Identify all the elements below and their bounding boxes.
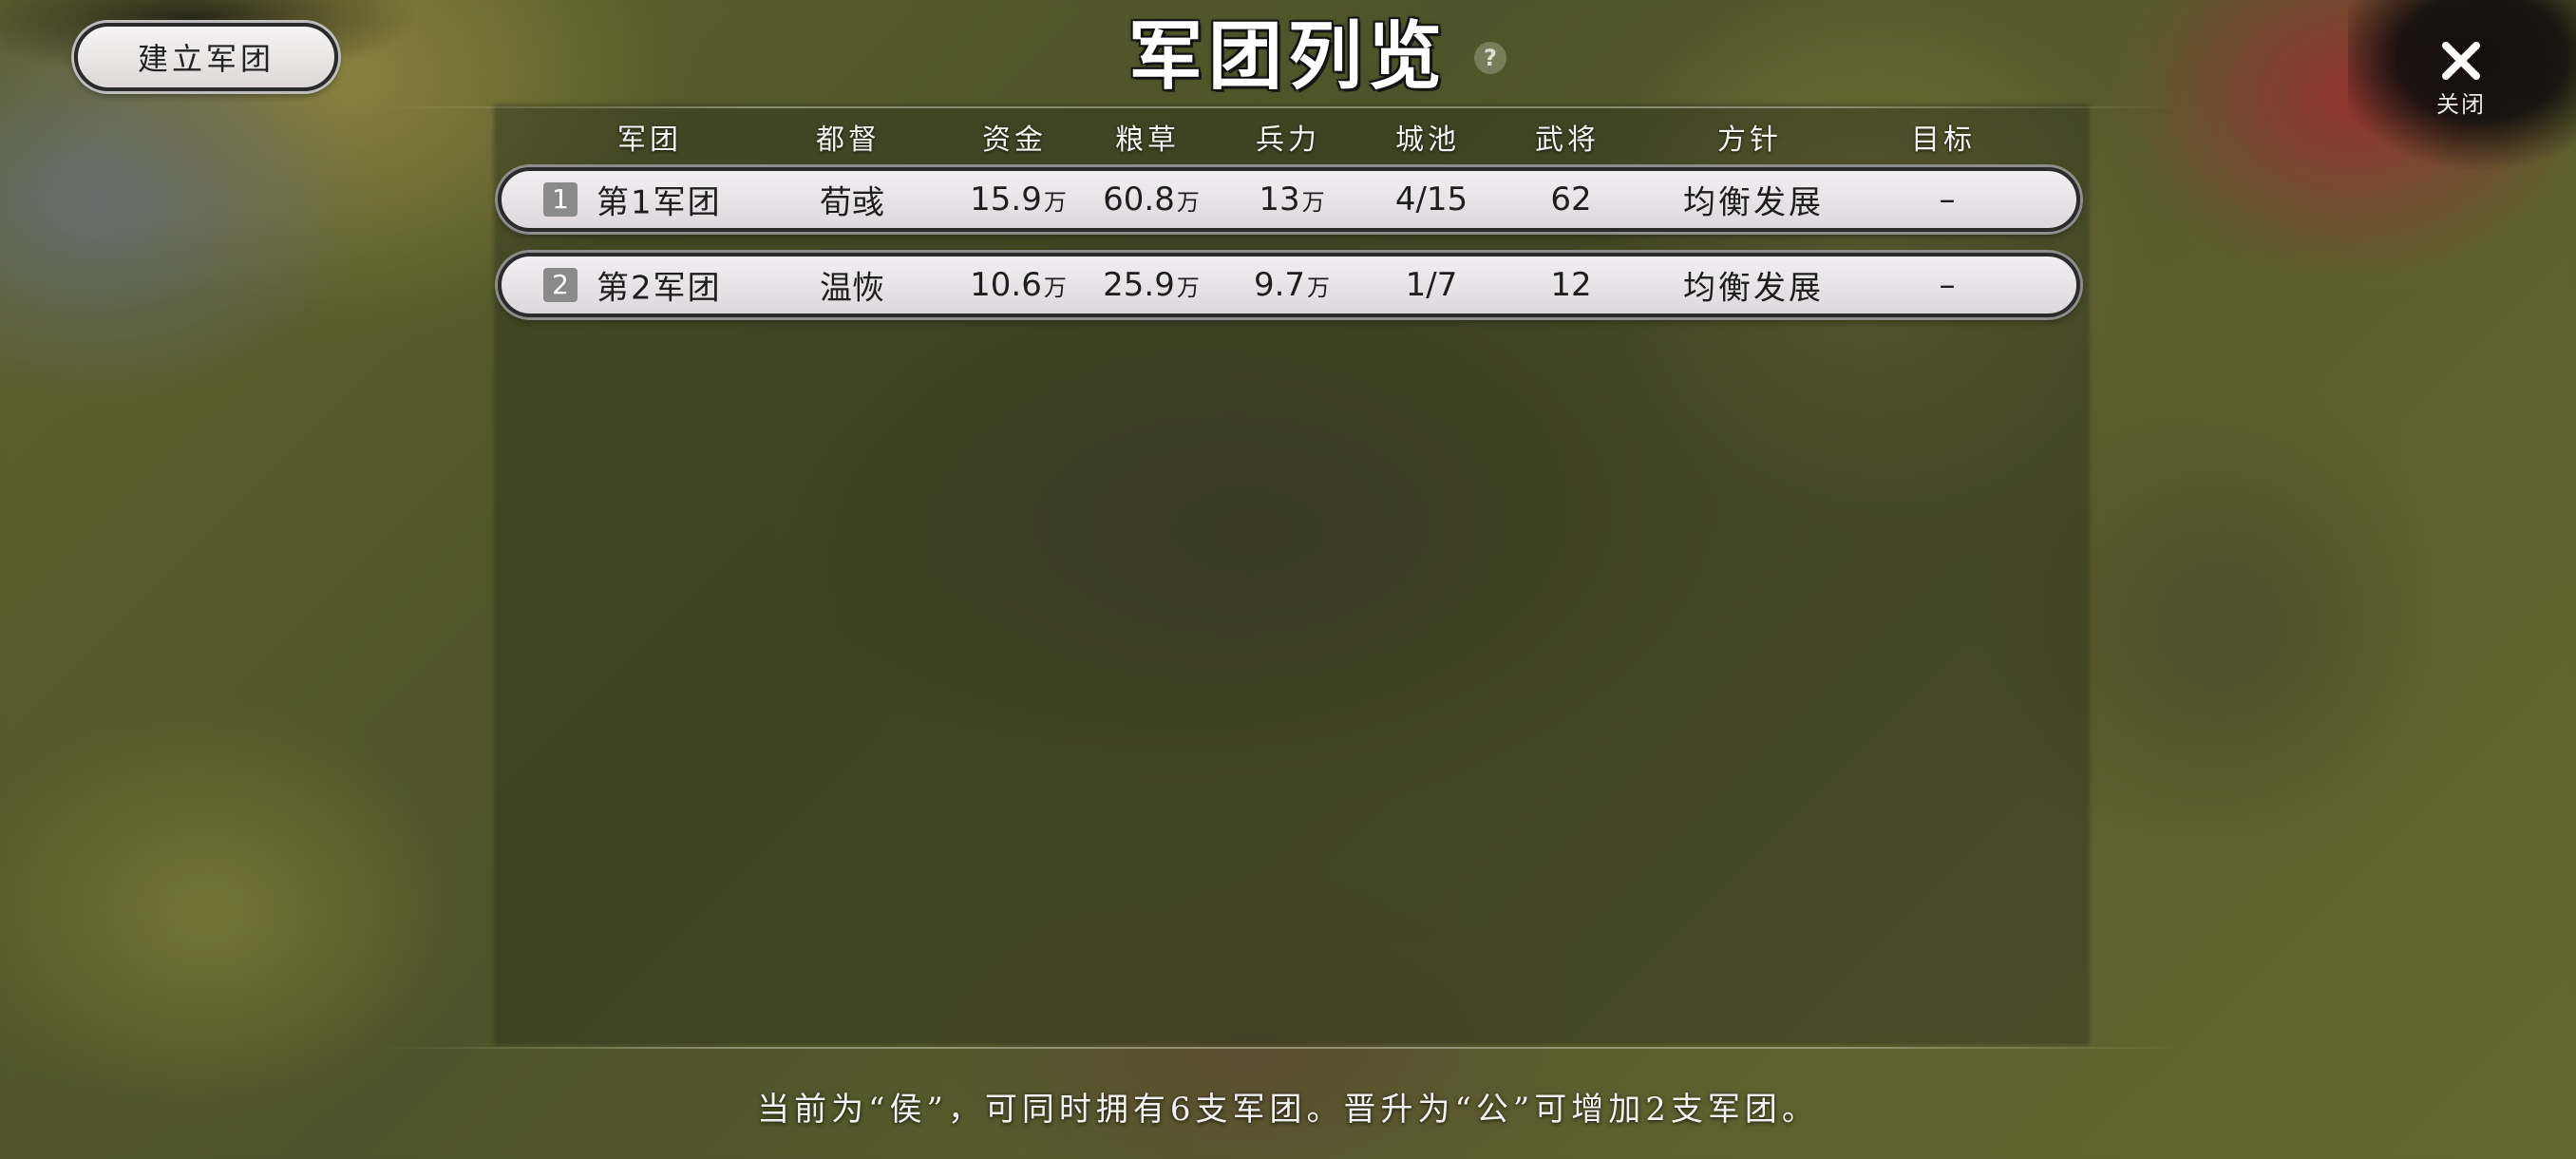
column-header-cities: 城池 xyxy=(1395,124,1460,157)
close-icon xyxy=(2420,40,2502,82)
food-cell: 25.9万 xyxy=(1103,266,1200,304)
troops-cell: 13万 xyxy=(1259,180,1325,218)
header-separator xyxy=(380,106,2185,108)
column-header-food: 粮草 xyxy=(1115,124,1180,157)
generals-cell: 62 xyxy=(1550,180,1592,218)
troops-cell: 9.7万 xyxy=(1253,266,1331,304)
column-header-commander: 都督 xyxy=(816,124,881,157)
legion-overview-screen: 建立军团 军团列览 ? 关闭 军团 都督 资金 粮草 兵力 城池 武将 方针 目… xyxy=(0,0,2576,1159)
column-header-generals: 武将 xyxy=(1535,124,1600,157)
column-header-policy: 方针 xyxy=(1717,124,1782,157)
legion-name: 第2军团 xyxy=(597,269,722,308)
target-cell: – xyxy=(1939,180,1956,218)
row-index-badge: 2 xyxy=(543,268,578,302)
cities-cell: 1/7 xyxy=(1405,266,1458,304)
close-button[interactable]: 关闭 xyxy=(2420,40,2502,125)
table-row[interactable]: 1 第1军团 荀彧 15.9万 60.8万 13万 4/15 62 均衡发展 – xyxy=(498,167,2080,232)
commander-name: 荀彧 xyxy=(820,183,884,222)
food-cell: 60.8万 xyxy=(1103,180,1200,218)
funds-cell: 15.9万 xyxy=(970,180,1067,218)
legion-name: 第1军团 xyxy=(597,183,722,222)
footer-separator xyxy=(380,1047,2185,1049)
policy-cell: 均衡发展 xyxy=(1683,183,1824,222)
cities-cell: 4/15 xyxy=(1394,180,1468,218)
legion-list-panel xyxy=(494,104,2090,1045)
column-header-troops: 兵力 xyxy=(1256,124,1320,157)
funds-cell: 10.6万 xyxy=(970,266,1067,304)
page-title: 军团列览 xyxy=(1127,13,1448,100)
row-index-badge: 1 xyxy=(543,182,578,217)
create-legion-button[interactable]: 建立军团 xyxy=(74,23,338,91)
column-header-target: 目标 xyxy=(1911,124,1976,157)
target-cell: – xyxy=(1939,266,1956,304)
close-label: 关闭 xyxy=(2436,91,2486,118)
commander-name: 温恢 xyxy=(820,269,884,308)
legion-limit-note: 当前为“侯”，可同时拥有6支军团。晋升为“公”可增加2支军团。 xyxy=(757,1091,1819,1129)
help-icon[interactable]: ? xyxy=(1474,42,1506,74)
table-row[interactable]: 2 第2军团 温恢 10.6万 25.9万 9.7万 1/7 12 均衡发展 – xyxy=(498,253,2080,317)
policy-cell: 均衡发展 xyxy=(1683,269,1824,308)
column-header-funds: 资金 xyxy=(982,124,1047,157)
column-header-legion: 军团 xyxy=(617,124,682,157)
generals-cell: 12 xyxy=(1550,266,1592,304)
